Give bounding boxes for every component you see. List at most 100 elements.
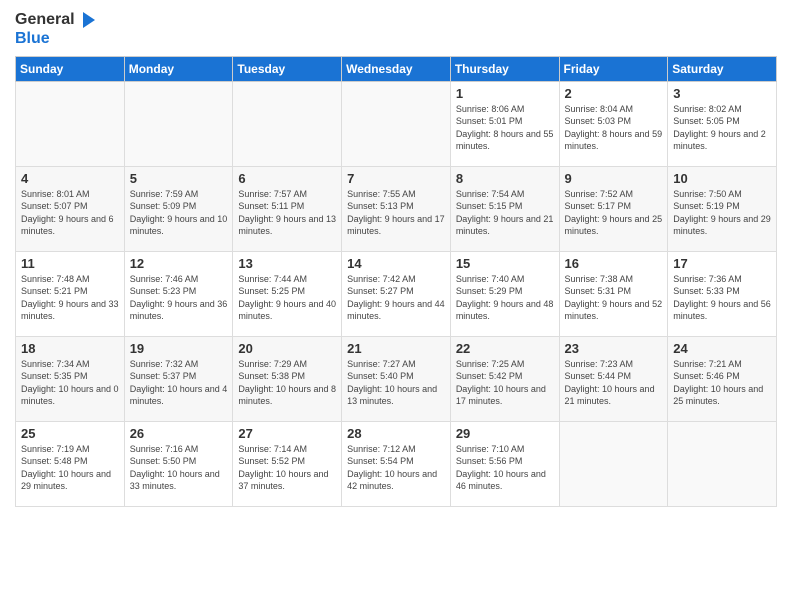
col-header-tuesday: Tuesday: [233, 56, 342, 81]
day-number: 25: [21, 426, 119, 441]
col-header-wednesday: Wednesday: [342, 56, 451, 81]
day-info: Sunrise: 7:52 AMSunset: 5:17 PMDaylight:…: [565, 188, 663, 238]
day-info: Sunrise: 7:36 AMSunset: 5:33 PMDaylight:…: [673, 273, 771, 323]
day-info: Sunrise: 7:59 AMSunset: 5:09 PMDaylight:…: [130, 188, 228, 238]
col-header-monday: Monday: [124, 56, 233, 81]
day-cell: 3 Sunrise: 8:02 AMSunset: 5:05 PMDaylight…: [668, 81, 777, 166]
day-number: 14: [347, 256, 445, 271]
day-info: Sunrise: 7:27 AMSunset: 5:40 PMDaylight:…: [347, 358, 445, 408]
day-cell: 12 Sunrise: 7:46 AMSunset: 5:23 PMDayligh…: [124, 251, 233, 336]
day-cell: 23 Sunrise: 7:23 AMSunset: 5:44 PMDayligh…: [559, 336, 668, 421]
day-cell: 22 Sunrise: 7:25 AMSunset: 5:42 PMDayligh…: [450, 336, 559, 421]
day-number: 7: [347, 171, 445, 186]
day-number: 1: [456, 86, 554, 101]
day-cell: 19 Sunrise: 7:32 AMSunset: 5:37 PMDayligh…: [124, 336, 233, 421]
day-number: 24: [673, 341, 771, 356]
col-header-thursday: Thursday: [450, 56, 559, 81]
day-info: Sunrise: 8:02 AMSunset: 5:05 PMDaylight:…: [673, 103, 771, 153]
day-cell: 14 Sunrise: 7:42 AMSunset: 5:27 PMDayligh…: [342, 251, 451, 336]
day-info: Sunrise: 7:54 AMSunset: 5:15 PMDaylight:…: [456, 188, 554, 238]
day-cell: 2Sunrise: 8:04 AMSunset: 5:03 PMDaylight…: [559, 81, 668, 166]
logo-general: General: [15, 11, 75, 29]
days-header-row: SundayMondayTuesdayWednesdayThursdayFrid…: [16, 56, 777, 81]
day-cell: [233, 81, 342, 166]
day-number: 22: [456, 341, 554, 356]
day-cell: 16 Sunrise: 7:38 AMSunset: 5:31 PMDayligh…: [559, 251, 668, 336]
day-cell: 8 Sunrise: 7:54 AMSunset: 5:15 PMDaylight…: [450, 166, 559, 251]
week-row-4: 18 Sunrise: 7:34 AMSunset: 5:35 PMDayligh…: [16, 336, 777, 421]
day-info: Sunrise: 7:10 AMSunset: 5:56 PMDaylight:…: [456, 443, 554, 493]
col-header-sunday: Sunday: [16, 56, 125, 81]
calendar-table: SundayMondayTuesdayWednesdayThursdayFrid…: [15, 56, 777, 507]
day-cell: [559, 421, 668, 506]
day-info: Sunrise: 8:01 AMSunset: 5:07 PMDaylight:…: [21, 188, 119, 238]
logo: General Blue: [15, 10, 97, 48]
day-info: Sunrise: 7:50 AMSunset: 5:19 PMDaylight:…: [673, 188, 771, 238]
day-cell: 26 Sunrise: 7:16 AMSunset: 5:50 PMDayligh…: [124, 421, 233, 506]
day-number: 8: [456, 171, 554, 186]
col-header-friday: Friday: [559, 56, 668, 81]
logo-blue: Blue: [15, 30, 97, 48]
day-cell: 20 Sunrise: 7:29 AMSunset: 5:38 PMDayligh…: [233, 336, 342, 421]
day-info: Sunrise: 7:40 AMSunset: 5:29 PMDaylight:…: [456, 273, 554, 323]
day-info: Sunrise: 7:16 AMSunset: 5:50 PMDaylight:…: [130, 443, 228, 493]
day-number: 23: [565, 341, 663, 356]
day-cell: 13Sunrise: 7:44 AMSunset: 5:25 PMDayligh…: [233, 251, 342, 336]
day-cell: 25 Sunrise: 7:19 AMSunset: 5:48 PMDayligh…: [16, 421, 125, 506]
day-cell: 9 Sunrise: 7:52 AMSunset: 5:17 PMDaylight…: [559, 166, 668, 251]
day-cell: 27Sunrise: 7:14 AMSunset: 5:52 PMDayligh…: [233, 421, 342, 506]
day-info: Sunrise: 7:19 AMSunset: 5:48 PMDaylight:…: [21, 443, 119, 493]
day-info: Sunrise: 7:34 AMSunset: 5:35 PMDaylight:…: [21, 358, 119, 408]
day-number: 9: [565, 171, 663, 186]
day-info: Sunrise: 7:55 AMSunset: 5:13 PMDaylight:…: [347, 188, 445, 238]
day-info: Sunrise: 7:12 AMSunset: 5:54 PMDaylight:…: [347, 443, 445, 493]
day-number: 19: [130, 341, 228, 356]
week-row-5: 25 Sunrise: 7:19 AMSunset: 5:48 PMDayligh…: [16, 421, 777, 506]
day-info: Sunrise: 7:32 AMSunset: 5:37 PMDaylight:…: [130, 358, 228, 408]
day-number: 4: [21, 171, 119, 186]
day-info: Sunrise: 7:25 AMSunset: 5:42 PMDaylight:…: [456, 358, 554, 408]
day-cell: 17Sunrise: 7:36 AMSunset: 5:33 PMDayligh…: [668, 251, 777, 336]
day-number: 3: [673, 86, 771, 101]
day-number: 15: [456, 256, 554, 271]
day-info: Sunrise: 7:23 AMSunset: 5:44 PMDaylight:…: [565, 358, 663, 408]
day-cell: 21Sunrise: 7:27 AMSunset: 5:40 PMDayligh…: [342, 336, 451, 421]
day-number: 16: [565, 256, 663, 271]
page-header: General Blue: [15, 10, 777, 48]
day-cell: 29Sunrise: 7:10 AMSunset: 5:56 PMDayligh…: [450, 421, 559, 506]
day-number: 26: [130, 426, 228, 441]
day-number: 28: [347, 426, 445, 441]
week-row-3: 11Sunrise: 7:48 AMSunset: 5:21 PMDayligh…: [16, 251, 777, 336]
day-cell: 5 Sunrise: 7:59 AMSunset: 5:09 PMDaylight…: [124, 166, 233, 251]
day-info: Sunrise: 7:57 AMSunset: 5:11 PMDaylight:…: [238, 188, 336, 238]
day-cell: [342, 81, 451, 166]
day-number: 20: [238, 341, 336, 356]
day-number: 27: [238, 426, 336, 441]
day-cell: 10 Sunrise: 7:50 AMSunset: 5:19 PMDayligh…: [668, 166, 777, 251]
day-cell: 7 Sunrise: 7:55 AMSunset: 5:13 PMDaylight…: [342, 166, 451, 251]
day-cell: 1 Sunrise: 8:06 AMSunset: 5:01 PMDaylight…: [450, 81, 559, 166]
day-info: Sunrise: 8:04 AMSunset: 5:03 PMDaylight:…: [565, 103, 663, 153]
day-number: 12: [130, 256, 228, 271]
day-info: Sunrise: 7:38 AMSunset: 5:31 PMDaylight:…: [565, 273, 663, 323]
day-cell: [668, 421, 777, 506]
day-number: 11: [21, 256, 119, 271]
day-cell: [124, 81, 233, 166]
day-info: Sunrise: 7:46 AMSunset: 5:23 PMDaylight:…: [130, 273, 228, 323]
day-info: Sunrise: 8:06 AMSunset: 5:01 PMDaylight:…: [456, 103, 554, 153]
day-number: 18: [21, 341, 119, 356]
week-row-1: 1 Sunrise: 8:06 AMSunset: 5:01 PMDaylight…: [16, 81, 777, 166]
day-number: 5: [130, 171, 228, 186]
day-info: Sunrise: 7:42 AMSunset: 5:27 PMDaylight:…: [347, 273, 445, 323]
day-number: 6: [238, 171, 336, 186]
day-cell: 24Sunrise: 7:21 AMSunset: 5:46 PMDayligh…: [668, 336, 777, 421]
day-cell: 6 Sunrise: 7:57 AMSunset: 5:11 PMDaylight…: [233, 166, 342, 251]
day-cell: 4 Sunrise: 8:01 AMSunset: 5:07 PMDaylight…: [16, 166, 125, 251]
day-info: Sunrise: 7:29 AMSunset: 5:38 PMDaylight:…: [238, 358, 336, 408]
week-row-2: 4 Sunrise: 8:01 AMSunset: 5:07 PMDaylight…: [16, 166, 777, 251]
day-cell: 15 Sunrise: 7:40 AMSunset: 5:29 PMDayligh…: [450, 251, 559, 336]
logo-container: General Blue: [15, 10, 97, 48]
day-info: Sunrise: 7:44 AMSunset: 5:25 PMDaylight:…: [238, 273, 336, 323]
day-number: 10: [673, 171, 771, 186]
day-cell: 28 Sunrise: 7:12 AMSunset: 5:54 PMDayligh…: [342, 421, 451, 506]
